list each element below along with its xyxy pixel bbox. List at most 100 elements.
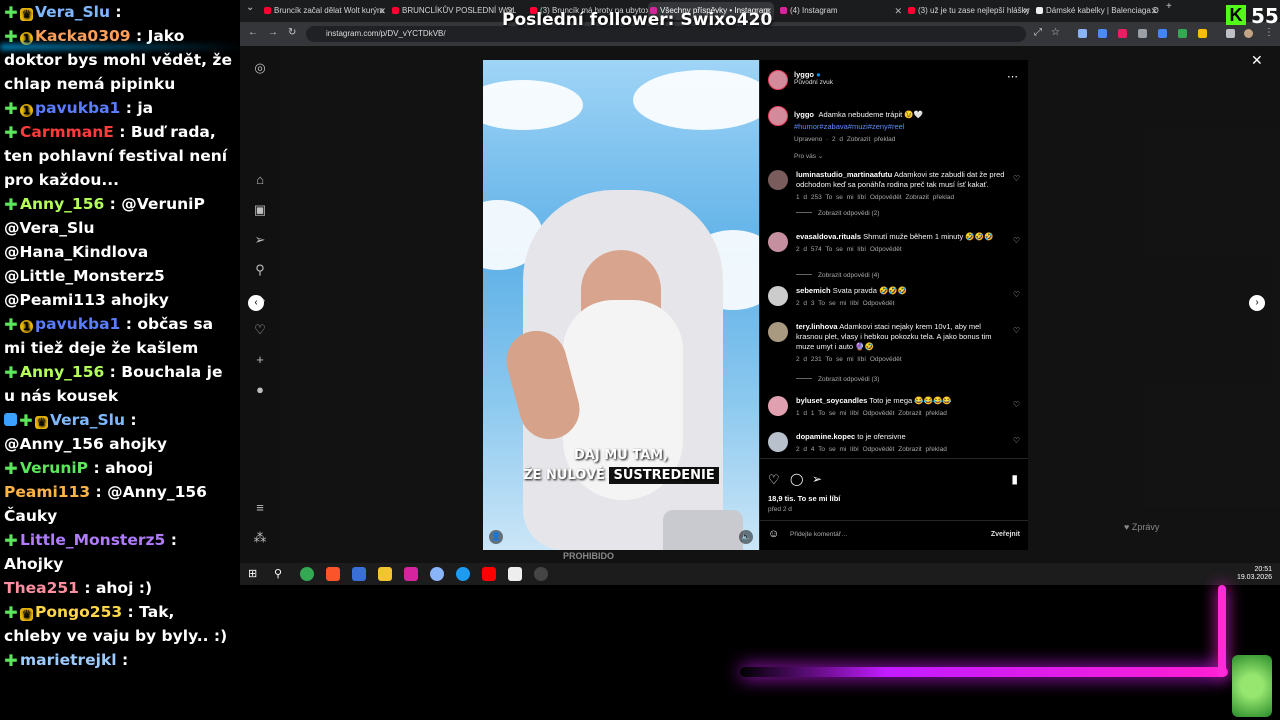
comment-avatar[interactable] xyxy=(768,170,788,190)
tab-close-icon[interactable]: ✕ xyxy=(1022,2,1030,20)
chat-username[interactable]: Peami113 xyxy=(4,483,90,501)
next-post-button[interactable]: › xyxy=(1249,295,1265,311)
extension-icon[interactable] xyxy=(1178,29,1187,38)
comment-username[interactable]: luminastudio_martinaafutu xyxy=(796,170,892,179)
extension-icon[interactable] xyxy=(1098,29,1107,38)
chat-username[interactable]: Anny_156 xyxy=(20,195,104,213)
comment-like-icon[interactable]: ♡ xyxy=(1013,326,1020,335)
extension-icon[interactable] xyxy=(1158,29,1167,38)
chat-username[interactable]: pavukba1 xyxy=(35,99,120,117)
share-icon[interactable]: ➢ xyxy=(812,472,822,486)
notifications-heart-icon[interactable]: ♡ xyxy=(252,322,268,338)
comment-input[interactable]: Přidejte komentář… xyxy=(790,531,847,538)
comment-meta[interactable]: 2 d 3 To se mi líbí Odpovědět xyxy=(796,299,1006,309)
comment-username[interactable]: tery.linhova xyxy=(796,322,838,331)
start-icon[interactable]: ⊞ xyxy=(248,567,262,581)
extension-icon[interactable] xyxy=(1198,29,1207,38)
tab-close-icon[interactable]: ✕ xyxy=(894,2,902,20)
browser-tab[interactable]: (3) už je tu zase nejlepší hlášky ✕ xyxy=(906,2,1032,20)
reels-icon[interactable]: ▣ xyxy=(252,202,268,218)
close-icon[interactable]: ✕ xyxy=(1251,52,1263,69)
chat-username[interactable]: Anny_156 xyxy=(20,363,104,381)
volume-icon[interactable]: 🔈 xyxy=(739,530,753,544)
view-replies-link[interactable]: Zobrazit odpovědi (3) xyxy=(796,376,879,383)
app-icon[interactable] xyxy=(352,567,366,581)
file-explorer-icon[interactable] xyxy=(378,567,392,581)
chat-username[interactable]: Little_Monsterz5 xyxy=(20,531,165,549)
comment-like-icon[interactable]: ♡ xyxy=(1013,436,1020,445)
chat-username[interactable]: pavukba1 xyxy=(35,315,120,333)
browser-menu-icon[interactable]: ⋮ xyxy=(1264,27,1274,38)
comment-avatar[interactable] xyxy=(768,286,788,306)
reload-icon[interactable]: ↻ xyxy=(288,27,296,38)
comment-avatar[interactable] xyxy=(768,396,788,416)
comment-username[interactable]: byluset_soycandles xyxy=(796,396,867,405)
comment-filter[interactable]: Pro vás ⌄ xyxy=(794,152,823,160)
edge-icon[interactable] xyxy=(456,567,470,581)
comment-like-icon[interactable]: ♡ xyxy=(1013,400,1020,409)
messages-icon[interactable]: ➢ xyxy=(252,232,268,248)
caption-avatar[interactable] xyxy=(768,106,788,126)
comment-icon[interactable]: ◯ xyxy=(790,472,803,486)
translate-link[interactable]: Zobrazit překlad xyxy=(847,136,896,143)
chat-username[interactable]: Kacka0309 xyxy=(35,27,131,45)
instagram-logo-icon[interactable]: ◎ xyxy=(252,60,268,76)
comment-username[interactable]: sebemich xyxy=(796,286,831,295)
new-tab-icon[interactable]: + xyxy=(1166,1,1172,12)
extension-icon[interactable] xyxy=(1118,29,1127,38)
brave-icon[interactable] xyxy=(326,567,340,581)
instagram-icon[interactable] xyxy=(404,567,418,581)
tagged-user-icon[interactable]: 👤 xyxy=(489,530,503,544)
like-heart-icon[interactable]: ♡ xyxy=(768,472,780,488)
comment-username[interactable]: dopamine.kopec xyxy=(796,432,855,441)
comment-avatar[interactable] xyxy=(768,322,788,342)
more-options-icon[interactable]: ⋯ xyxy=(1007,70,1018,83)
caption-author[interactable]: lyggo xyxy=(794,110,814,119)
search-icon[interactable]: ⚲ xyxy=(252,262,268,278)
view-replies-link[interactable]: Zobrazit odpovědi (4) xyxy=(796,272,879,279)
reel-video[interactable]: DAJ MU TAM, ŽE NULOVÉ SÚSTREDENIE 👤 🔈 xyxy=(483,60,759,550)
extension-icon[interactable] xyxy=(1078,29,1087,38)
home-icon[interactable]: ⌂ xyxy=(252,172,268,188)
likes-count[interactable]: 18,9 tis. To se mi líbí xyxy=(768,494,840,503)
emoji-icon[interactable]: ☺ xyxy=(768,528,779,540)
comment-like-icon[interactable]: ♡ xyxy=(1013,236,1020,245)
author-avatar[interactable] xyxy=(768,70,788,90)
youtube-icon[interactable] xyxy=(482,567,496,581)
also-from-meta-icon[interactable]: ⁂ xyxy=(252,530,268,546)
comment-meta[interactable]: 1 d 253 To se mi líbí Odpovědět Zobrazit… xyxy=(796,193,1006,203)
messages-button[interactable]: ♥ Zprávy xyxy=(1124,522,1159,532)
comment-like-icon[interactable]: ♡ xyxy=(1013,174,1020,183)
search-icon[interactable]: ⚲ xyxy=(274,567,288,581)
comment-meta[interactable]: 2 d 4 To se mi líbí Odpovědět Zobrazit p… xyxy=(796,445,1006,455)
comment-avatar[interactable] xyxy=(768,432,788,452)
forward-icon[interactable]: → xyxy=(268,27,278,38)
previous-post-button[interactable]: ‹ xyxy=(248,295,264,311)
profile-icon[interactable]: ● xyxy=(252,382,268,398)
publish-button[interactable]: Zveřejnit xyxy=(991,531,1020,538)
save-bookmark-icon[interactable]: ▮ xyxy=(1011,472,1018,486)
tab-list-icon[interactable]: ⌄ xyxy=(246,2,254,13)
comment-meta[interactable]: 2 d 231 To se mi líbí Odpovědět xyxy=(796,355,1006,365)
chrome-icon[interactable] xyxy=(300,567,314,581)
chat-username[interactable]: Vera_Slu xyxy=(50,411,125,429)
system-clock[interactable]: 20:51 19.03.2026 xyxy=(1237,566,1272,582)
obs-icon[interactable] xyxy=(534,567,548,581)
chat-username[interactable]: Thea251 xyxy=(4,579,79,597)
comment-username[interactable]: evasaldova.rituals xyxy=(796,232,861,241)
browser-tab[interactable]: Bruncík začal dělat Wolt kurýra ✕ xyxy=(262,2,388,20)
comment-meta[interactable]: 1 d 1 To se mi líbí Odpovědět Zobrazit p… xyxy=(796,409,1006,419)
comment-meta[interactable]: 2 d 574 To se mi líbí Odpovědět xyxy=(796,245,1006,255)
tab-close-icon[interactable]: ✕ xyxy=(1150,2,1158,20)
browser-tab[interactable]: (4) Instagram ✕ xyxy=(778,2,904,20)
caption-hashtags[interactable]: #humor#zabava#muzi#zeny#reel xyxy=(794,122,904,131)
install-icon[interactable]: ⤢ xyxy=(1034,27,1042,38)
chat-username[interactable]: Vera_Slu xyxy=(35,3,110,21)
browser-tab[interactable]: BRUNCLÍKŮV POSLEDNÍ WOLT ✕ xyxy=(390,2,516,20)
extension-icon[interactable] xyxy=(1138,29,1147,38)
menu-list-icon[interactable] xyxy=(1226,29,1235,38)
bookmark-star-icon[interactable]: ☆ xyxy=(1051,27,1060,38)
chat-username[interactable]: marietrejkl xyxy=(20,651,117,669)
app-icon[interactable] xyxy=(430,567,444,581)
view-replies-link[interactable]: Zobrazit odpovědi (2) xyxy=(796,210,879,217)
